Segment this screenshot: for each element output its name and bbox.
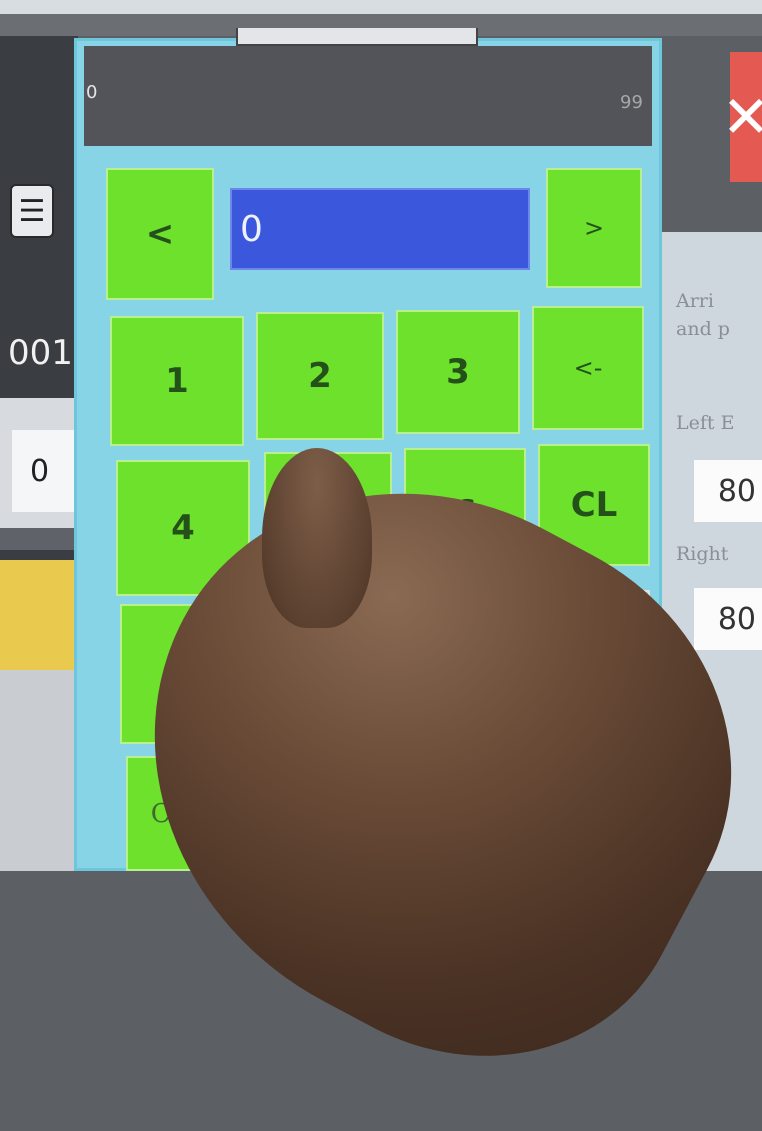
key-2[interactable]: 2 <box>256 312 384 440</box>
range-max: 99 <box>620 92 643 113</box>
left-setting-label: Left E <box>676 412 735 434</box>
next-button[interactable]: > <box>546 168 642 288</box>
value-display: 0 <box>230 188 530 270</box>
notepad-icon[interactable]: ☰ <box>10 184 54 238</box>
range-min: 0 <box>86 82 98 103</box>
range-bar <box>84 46 652 146</box>
right-setting-field[interactable]: 80 <box>694 588 762 650</box>
screen-top-edge <box>0 0 762 14</box>
left-setting-field[interactable]: 80 <box>694 460 762 522</box>
left-panel-row <box>0 670 78 871</box>
right-panel-text: Arri <box>676 290 714 312</box>
dialog-handle <box>236 28 478 46</box>
prev-button[interactable]: < <box>106 168 214 300</box>
left-panel-number: 001 <box>0 318 78 388</box>
backspace-button[interactable]: <- <box>532 306 644 430</box>
right-setting-label: Right <box>676 543 729 565</box>
left-divider <box>0 528 78 550</box>
right-panel-text: and p <box>676 318 730 340</box>
left-value-field[interactable]: 0 <box>12 430 78 512</box>
key-3[interactable]: 3 <box>396 310 520 434</box>
key-1[interactable]: 1 <box>110 316 244 446</box>
close-icon[interactable]: ✕ <box>722 52 762 182</box>
fingertip <box>262 448 372 628</box>
left-yellow-bar <box>0 560 78 670</box>
